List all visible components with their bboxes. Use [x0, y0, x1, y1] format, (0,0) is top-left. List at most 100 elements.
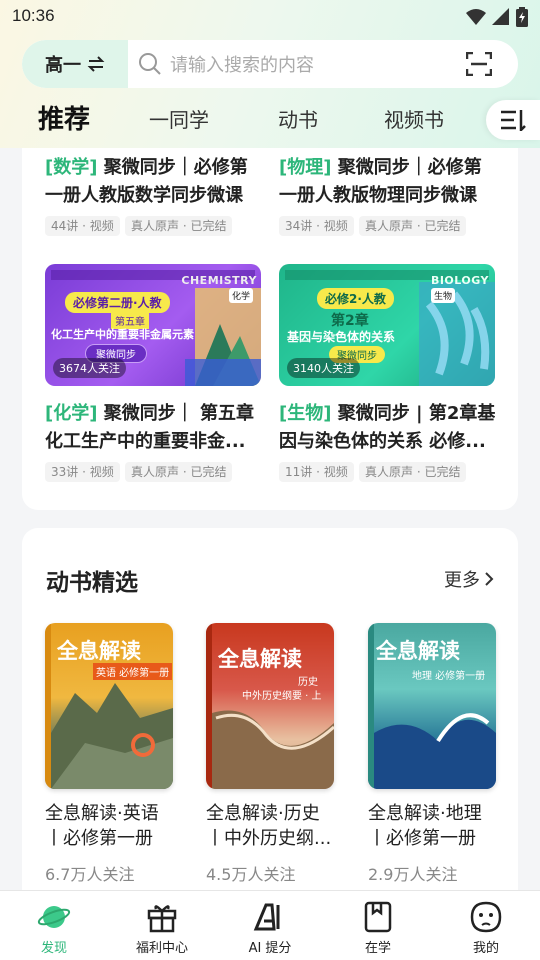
status-tag: 真人原声 · 已完结 — [125, 216, 233, 236]
bottom-navigation: 发现 福利中心 AI 提分 在学 我的 — [0, 890, 540, 960]
nav-studying[interactable]: 在学 — [324, 891, 432, 960]
status-tag: 真人原声 · 已完结 — [359, 216, 467, 236]
nav-ai-score[interactable]: AI 提分 — [216, 891, 324, 960]
title-line2: 一册人教版物理同步微课 — [279, 185, 477, 206]
search-placeholder: 请输入搜索的内容 — [170, 55, 314, 76]
lesson-count-tag: 11讲 · 视频 — [279, 462, 354, 482]
course-title-chemistry: [化学] 聚微同步｜ 第五章 化工生产中的重要非金... — [45, 400, 261, 456]
menu-icon — [501, 110, 526, 131]
cover-title: 全息解读 — [57, 639, 141, 663]
chevron-right-icon — [485, 572, 494, 586]
book-followers: 6.7万人关注 — [45, 865, 135, 884]
lesson-count-tag: 44讲 · 视频 — [45, 216, 120, 236]
planet-icon — [37, 906, 71, 928]
nav-welfare-center[interactable]: 福利中心 — [108, 891, 216, 960]
gift-icon — [147, 905, 177, 933]
cover-topic: 化工生产中的重要非金属元素 — [51, 328, 194, 341]
book-title: 全息解读·地理 丨必修第一册 — [368, 801, 498, 851]
category-tabs: 推荐 一同学 动书 视频书 — [0, 96, 540, 140]
grade-label: 高一 — [45, 55, 81, 76]
course-title-physics: [物理] 聚微同步｜必修第 一册人教版物理同步微课 — [279, 154, 495, 210]
nav-label: 在学 — [364, 941, 391, 956]
more-link[interactable]: 更多 — [444, 566, 494, 592]
tab-video-books[interactable]: 视频书 — [384, 104, 444, 133]
lesson-count-tag: 33讲 · 视频 — [45, 462, 120, 482]
nav-label: 福利中心 — [135, 941, 188, 956]
cover-heading: 必修2·人教 — [317, 288, 394, 309]
title-line2: 丨必修第一册 — [45, 828, 153, 849]
title-line1: 聚微同步｜ 第五章 — [103, 403, 255, 424]
course-title-biology: [生物] 聚微同步 | 第2章基 因与染色体的关系 必修... — [279, 400, 495, 456]
book-followers: 4.5万人关注 — [206, 865, 296, 884]
course-title-math: [数学] 聚微同步｜必修第 一册人教版数学同步微课 — [45, 154, 261, 210]
search-input[interactable]: 请输入搜索的内容 — [128, 40, 518, 88]
book-cover: 全息解读 地理 必修第一册 — [368, 623, 496, 789]
status-tag: 真人原声 · 已完结 — [359, 462, 467, 482]
cover-en-label: BIOLOGY — [430, 274, 489, 287]
nav-label: AI 提分 — [248, 941, 292, 956]
status-bar: 10:36 — [0, 0, 540, 34]
more-label: 更多 — [444, 570, 480, 591]
cover-subtitle: 地理 必修第一册 — [412, 671, 486, 682]
status-icons — [466, 7, 528, 27]
tab-dongshu[interactable]: 动书 — [278, 104, 318, 133]
title-line2: 因与染色体的关系 必修... — [279, 431, 486, 452]
nav-mine[interactable]: 我的 — [432, 891, 540, 960]
book-title: 全息解读·历史 丨中外历史纲... — [206, 801, 336, 851]
wifi-icon — [466, 9, 486, 25]
tab-classmates[interactable]: 一同学 — [149, 104, 209, 133]
subject-label: [物理] — [279, 157, 332, 178]
cover-subtitle: 英语 必修第一册 — [93, 663, 173, 680]
title-line2: 一册人教版数学同步微课 — [45, 185, 243, 206]
title-line1: 全息解读·历史 — [206, 803, 320, 824]
tab-menu-button[interactable] — [486, 100, 540, 140]
title-line2: 丨必修第一册 — [368, 828, 476, 849]
book-followers: 2.9万人关注 — [368, 865, 458, 884]
ai-icon — [253, 903, 280, 931]
cover-heading: 必修第二册·人教 — [65, 292, 170, 313]
cover-subtitle-2: 中外历史纲要 · 上 — [242, 691, 322, 702]
cover-badge: 生物 — [431, 288, 456, 303]
title-line1: 聚微同步｜必修第 — [337, 157, 482, 178]
cover-title: 全息解读 — [218, 647, 302, 671]
title-line1: 全息解读·英语 — [45, 803, 159, 824]
title-line1: 聚微同步 | 第2章基 — [337, 403, 495, 424]
book-cover: 全息解读 英语 必修第一册 — [45, 623, 173, 789]
title-line2: 化工生产中的重要非金... — [45, 431, 246, 452]
scan-icon[interactable] — [466, 52, 492, 76]
cover-badge: 化学 — [229, 288, 254, 303]
cover-title: 全息解读 — [376, 639, 460, 663]
nav-discover[interactable]: 发现 — [0, 891, 108, 960]
search-bar: 高一 请输入搜索的内容 — [22, 40, 518, 88]
status-tag: 真人原声 · 已完结 — [125, 462, 233, 482]
course-thumbnail: CHEMISTRY 必修第二册·人教 化学 第五章 化工生产中的重要非金属元素 … — [45, 264, 261, 386]
subject-label: [数学] — [45, 157, 98, 178]
battery-icon — [516, 7, 528, 27]
grade-selector[interactable]: 高一 — [22, 40, 128, 88]
signal-icon — [492, 8, 509, 25]
status-time: 10:36 — [12, 6, 55, 25]
title-line1: 聚微同步｜必修第 — [103, 157, 248, 178]
subject-label: [生物] — [279, 403, 332, 424]
book-icon — [364, 901, 392, 933]
cover-topic: 基因与染色体的关系 — [287, 330, 396, 344]
title-line1: 全息解读·地理 — [368, 803, 482, 824]
nav-label: 发现 — [40, 941, 67, 956]
search-icon — [139, 53, 161, 75]
follower-count: 3140人关注 — [287, 358, 360, 378]
face-icon — [470, 901, 502, 933]
title-line2: 丨中外历史纲... — [206, 828, 332, 849]
book-title: 全息解读·英语 丨必修第一册 — [45, 801, 175, 851]
cover-subtitle: 历史 — [298, 677, 318, 688]
lesson-count-tag: 34讲 · 视频 — [279, 216, 354, 236]
follower-count: 3674人关注 — [53, 358, 126, 378]
cover-en-label: CHEMISTRY — [181, 274, 257, 287]
subject-label: [化学] — [45, 403, 98, 424]
tab-recommend[interactable]: 推荐 — [38, 99, 90, 136]
cover-chapter: 第2章 — [331, 313, 369, 329]
course-thumbnail: BIOLOGY 必修2·人教 生物 第2章 基因与染色体的关系 聚微同步 314… — [279, 264, 495, 386]
section-title: 动书精选 — [46, 570, 138, 596]
swap-icon — [87, 56, 105, 72]
book-cover: 全息解读 历史 中外历史纲要 · 上 — [206, 623, 334, 789]
nav-label: 我的 — [472, 941, 499, 956]
